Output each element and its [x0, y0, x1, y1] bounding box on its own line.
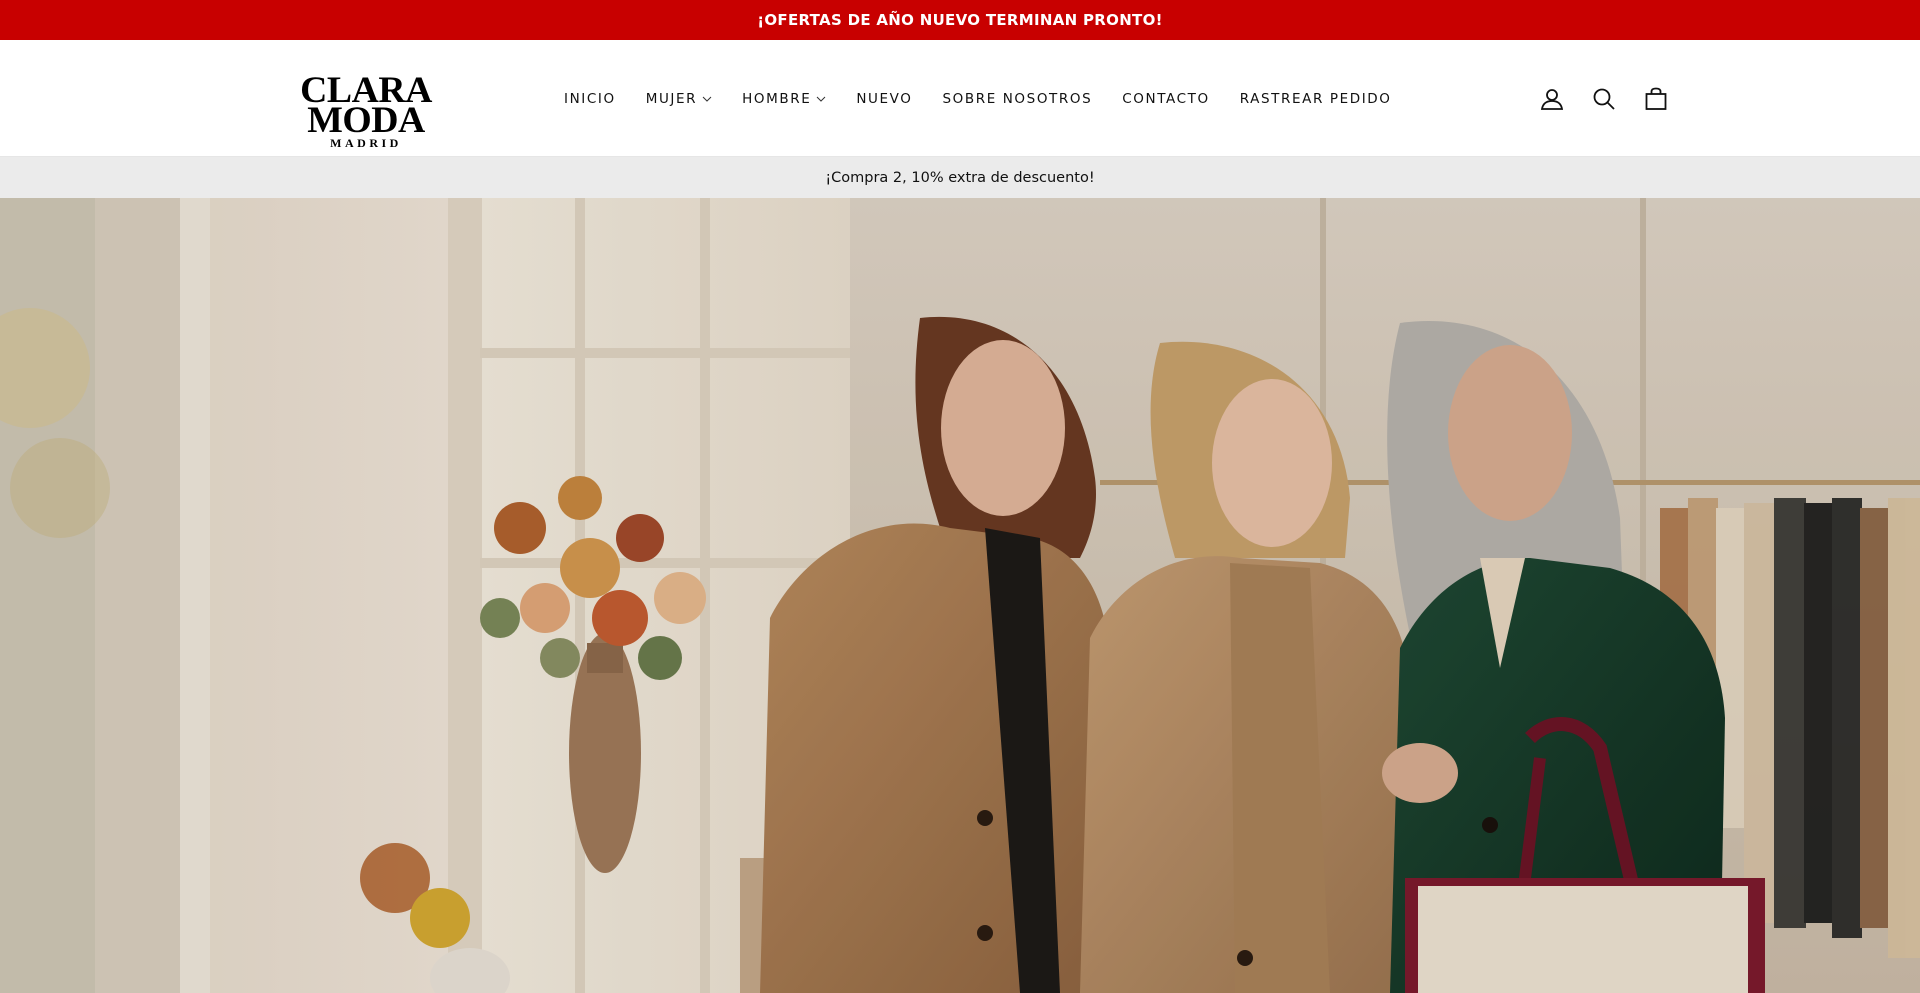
site-header: CLARA MODA MADRID INICIO MUJER HOMBRE NU… — [0, 40, 1920, 157]
search-icon — [1593, 88, 1615, 110]
nav-item-label: MUJER — [645, 90, 698, 107]
promo-bar: ¡Compra 2, 10% extra de descuento! — [0, 157, 1920, 198]
account-button[interactable] — [1538, 85, 1566, 113]
chevron-down-icon — [816, 96, 826, 102]
cart-button[interactable] — [1642, 85, 1670, 113]
search-button[interactable] — [1590, 85, 1618, 113]
brand-name: CLARA MODA — [300, 70, 432, 141]
nav-item-label: INICIO — [564, 90, 616, 107]
chevron-down-icon — [702, 96, 712, 102]
brand-logo[interactable]: CLARA MODA MADRID — [250, 70, 482, 149]
nav-item-sobre-nosotros[interactable]: SOBRE NOSOTROS — [942, 91, 1092, 107]
nav-item-label: NUEVO — [856, 90, 913, 107]
announcement-bar: ¡OFERTAS DE AÑO NUEVO TERMINAN PRONTO! — [0, 0, 1920, 40]
nav-item-label: HOMBRE — [742, 90, 812, 107]
account-icon — [1540, 88, 1564, 110]
header-icons — [1538, 40, 1670, 157]
promo-text: ¡Compra 2, 10% extra de descuento! — [825, 169, 1095, 186]
nav-item-hombre[interactable]: HOMBRE — [742, 91, 826, 107]
nav-item-inicio[interactable]: INICIO — [564, 91, 616, 107]
nav-item-label: RASTREAR PEDIDO — [1239, 90, 1392, 107]
nav-item-label: SOBRE NOSOTROS — [942, 90, 1093, 107]
nav-item-contacto[interactable]: CONTACTO — [1122, 91, 1209, 107]
hero-banner[interactable] — [0, 198, 1920, 993]
hero-image — [0, 198, 1920, 993]
announcement-text: ¡OFERTAS DE AÑO NUEVO TERMINAN PRONTO! — [757, 11, 1163, 29]
nav-item-mujer[interactable]: MUJER — [646, 91, 712, 107]
main-nav: INICIO MUJER HOMBRE NUEVO SOBRE NOSOTROS… — [564, 40, 1422, 157]
nav-item-label: CONTACTO — [1122, 90, 1210, 107]
nav-item-rastrear-pedido[interactable]: RASTREAR PEDIDO — [1240, 91, 1392, 107]
cart-icon — [1645, 87, 1667, 110]
nav-item-nuevo[interactable]: NUEVO — [856, 91, 912, 107]
